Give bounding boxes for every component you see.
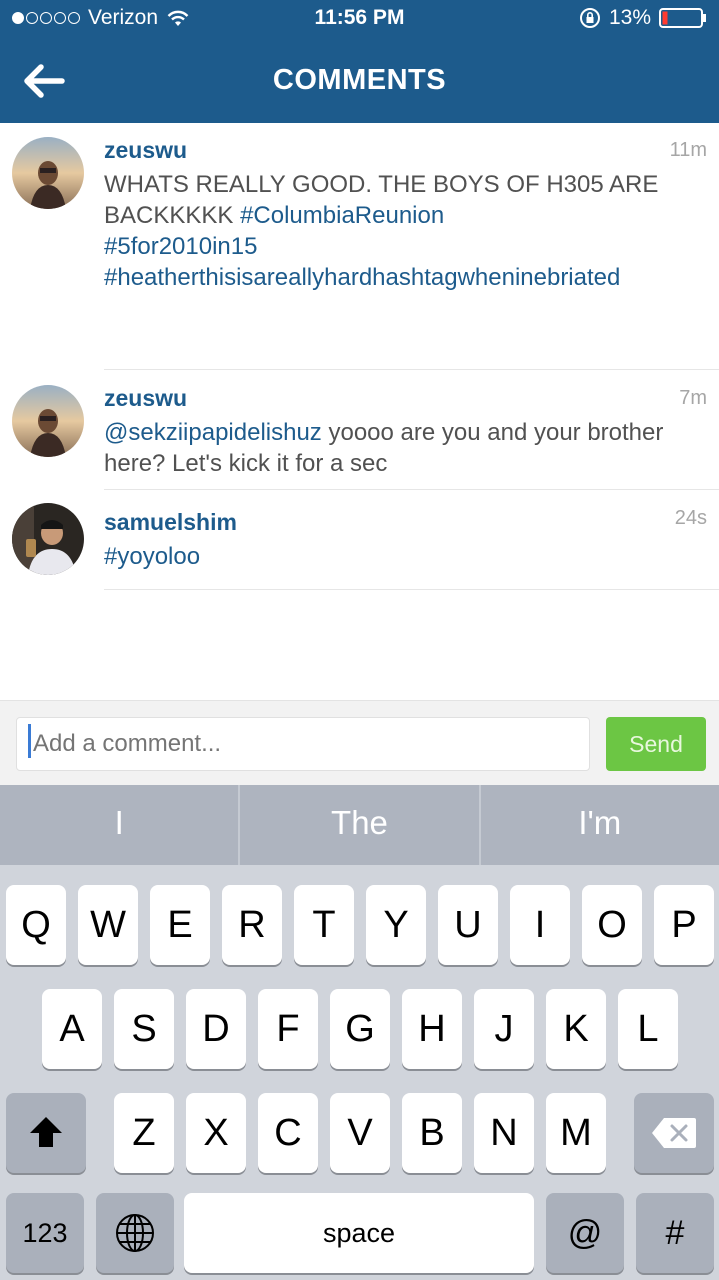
comment-input[interactable] xyxy=(16,717,590,771)
space-key[interactable]: space xyxy=(184,1193,534,1273)
hashtag-link[interactable]: #ColumbiaReunion xyxy=(240,202,444,229)
globe-icon xyxy=(116,1214,154,1252)
comment-username[interactable]: samuelshim xyxy=(104,509,237,536)
key-n[interactable]: N xyxy=(474,1093,534,1173)
mention-link[interactable]: @sekziipapidelishuz xyxy=(104,419,322,446)
key-y[interactable]: Y xyxy=(366,885,426,965)
hashtag-link[interactable]: #5for2010in15 xyxy=(104,233,257,260)
keyboard: Q W E R T Y U I O P A S D F G H J K L Z … xyxy=(0,865,719,1280)
key-s[interactable]: S xyxy=(114,989,174,1069)
text-cursor xyxy=(28,724,31,758)
comment-text: #yoyoloo xyxy=(104,541,711,572)
comment-time: 24s xyxy=(674,507,707,529)
key-t[interactable]: T xyxy=(294,885,354,965)
key-j[interactable]: J xyxy=(474,989,534,1069)
key-i[interactable]: I xyxy=(510,885,570,965)
key-r[interactable]: R xyxy=(222,885,282,965)
predictive-text-bar: I The I'm xyxy=(0,785,719,865)
page-title: COMMENTS xyxy=(272,64,447,96)
send-button[interactable]: Send xyxy=(606,717,706,771)
key-z[interactable]: Z xyxy=(114,1093,174,1173)
key-k[interactable]: K xyxy=(546,989,606,1069)
backspace-key[interactable] xyxy=(634,1093,714,1173)
key-w[interactable]: W xyxy=(78,885,138,965)
shift-icon xyxy=(30,1117,62,1147)
status-right: 13% xyxy=(579,6,707,30)
header: Verizon 11:56 PM 13% COMMENTS xyxy=(0,0,719,123)
key-v[interactable]: V xyxy=(330,1093,390,1173)
key-f[interactable]: F xyxy=(258,989,318,1069)
avatar[interactable] xyxy=(12,503,84,575)
divider xyxy=(104,489,719,490)
status-bar: Verizon 11:56 PM 13% xyxy=(0,0,719,40)
avatar[interactable] xyxy=(12,385,84,457)
comment-text: WHATS REALLY GOOD. THE BOYS OF H305 ARE … xyxy=(104,169,711,293)
suggestion-i[interactable]: I xyxy=(0,785,241,865)
key-m[interactable]: M xyxy=(546,1093,606,1173)
comment-username[interactable]: zeuswu xyxy=(104,137,187,164)
key-p[interactable]: P xyxy=(654,885,714,965)
key-g[interactable]: G xyxy=(330,989,390,1069)
suggestion-im[interactable]: I'm xyxy=(481,785,719,865)
comment-item: samuelshim 24s #yoyoloo xyxy=(0,491,719,591)
shift-key[interactable] xyxy=(6,1093,86,1173)
divider xyxy=(104,369,719,370)
key-l[interactable]: L xyxy=(618,989,678,1069)
key-q[interactable]: Q xyxy=(6,885,66,965)
comment-composer: Send xyxy=(0,700,719,785)
key-a[interactable]: A xyxy=(42,989,102,1069)
battery-percent: 13% xyxy=(608,6,651,29)
key-d[interactable]: D xyxy=(186,989,246,1069)
key-e[interactable]: E xyxy=(150,885,210,965)
comment-item: zeuswu 11m WHATS REALLY GOOD. THE BOYS O… xyxy=(0,123,719,371)
rotation-lock-icon xyxy=(579,8,600,28)
at-key[interactable]: @ xyxy=(546,1193,624,1273)
comment-time: 7m xyxy=(679,387,707,409)
comment-username[interactable]: zeuswu xyxy=(104,385,187,412)
comment-text: @sekziipapidelishuz yoooo are you and yo… xyxy=(104,417,711,479)
avatar[interactable] xyxy=(12,137,84,209)
key-o[interactable]: O xyxy=(582,885,642,965)
numbers-key[interactable]: 123 xyxy=(6,1193,84,1273)
battery-icon xyxy=(659,8,706,28)
key-c[interactable]: C xyxy=(258,1093,318,1173)
key-u[interactable]: U xyxy=(438,885,498,965)
hashtag-link[interactable]: #heatherthisisareallyhardhashtagwhenineb… xyxy=(104,264,620,291)
comment-item: zeuswu 7m @sekziipapidelishuz yoooo are … xyxy=(0,371,719,491)
hashtag-link[interactable]: #yoyoloo xyxy=(104,543,200,570)
globe-key[interactable] xyxy=(96,1193,174,1273)
suggestion-the[interactable]: The xyxy=(240,785,481,865)
key-x[interactable]: X xyxy=(186,1093,246,1173)
hash-key[interactable]: # xyxy=(636,1193,714,1273)
backspace-icon xyxy=(652,1118,696,1148)
divider xyxy=(104,589,719,590)
comment-time: 11m xyxy=(669,139,707,161)
key-b[interactable]: B xyxy=(402,1093,462,1173)
key-h[interactable]: H xyxy=(402,989,462,1069)
